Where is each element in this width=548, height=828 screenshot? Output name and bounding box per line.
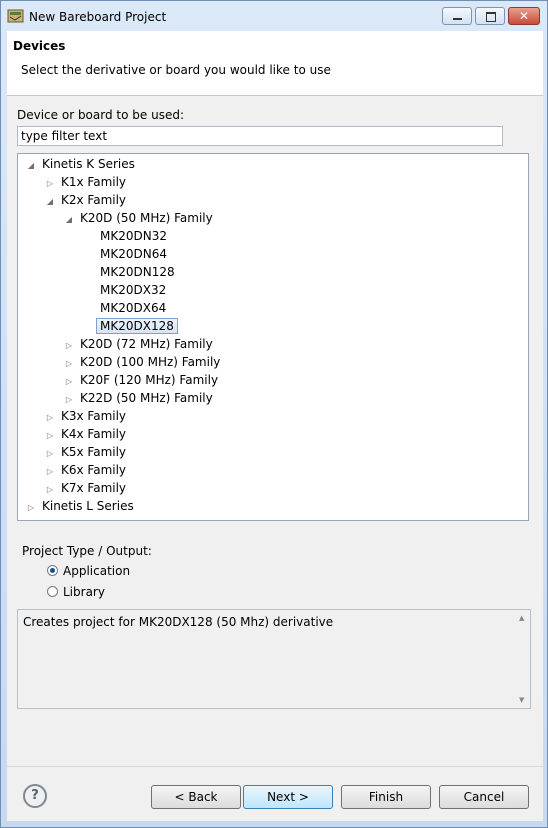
title-bar[interactable]: New Bareboard Project ✕ <box>1 1 547 31</box>
tree-node-k2x-family[interactable]: ◢ K2x Family <box>45 191 126 209</box>
wizard-header: Devices Select the derivative or board y… <box>7 31 543 96</box>
tree-node-label: K4x Family <box>61 427 127 441</box>
tree-node-k4x-family[interactable]: ▷ K4x Family <box>45 425 126 443</box>
tree-node-label: K3x Family <box>61 409 127 423</box>
tree-node-label: K22D (50 MHz) Family <box>80 391 213 405</box>
application-radio[interactable] <box>47 565 58 576</box>
dialog-window: New Bareboard Project ✕ Devices Select t… <box>0 0 548 828</box>
tree-node-label: K6x Family <box>61 463 127 477</box>
back-button[interactable]: < Back <box>151 785 241 809</box>
tree-node-mk20dn64[interactable]: MK20DN64 <box>100 245 167 263</box>
maximize-button[interactable] <box>475 7 505 25</box>
tree-node-k20d-50mhz-family[interactable]: ◢ K20D (50 MHz) Family <box>64 209 213 227</box>
tree-node-k20d-72mhz-family[interactable]: ▷ K20D (72 MHz) Family <box>64 335 213 353</box>
minimize-button[interactable] <box>442 7 472 25</box>
collapse-arrow-icon[interactable]: ◢ <box>64 211 74 229</box>
tree-node-mk20dx64[interactable]: MK20DX64 <box>100 299 166 317</box>
tree-node-label: K20F (120 MHz) Family <box>80 373 219 387</box>
radio-checked-dot <box>50 568 55 573</box>
tree-node-kinetis-k-series[interactable]: ◢ Kinetis K Series <box>26 155 135 173</box>
tree-node-k22d-50mhz-family[interactable]: ▷ K22D (50 MHz) Family <box>64 389 213 407</box>
library-radio[interactable] <box>47 586 58 597</box>
eclipse-project-icon <box>7 9 24 23</box>
help-icon[interactable]: ? <box>23 784 47 808</box>
tree-node-mk20dx128-selected[interactable]: MK20DX128 <box>96 317 178 335</box>
tree-node-label: K1x Family <box>61 175 127 189</box>
tree-node-k7x-family[interactable]: ▷ K7x Family <box>45 479 126 497</box>
window-title: New Bareboard Project <box>29 10 167 24</box>
finish-button[interactable]: Finish <box>341 785 431 809</box>
description-scrollbar[interactable]: ▲ ▼ <box>516 610 530 708</box>
project-type-label: Project Type / Output: <box>22 544 152 558</box>
dialog-content: Devices Select the derivative or board y… <box>7 31 543 821</box>
device-label: Device or board to be used: <box>17 108 184 122</box>
tree-node-label: MK20DX128 <box>96 318 178 334</box>
next-button[interactable]: Next > <box>243 785 333 809</box>
close-icon: ✕ <box>518 9 530 23</box>
tree-node-label: MK20DX32 <box>100 283 167 297</box>
scroll-down-arrow-icon[interactable]: ▼ <box>519 696 524 704</box>
tree-node-mk20dx32[interactable]: MK20DX32 <box>100 281 166 299</box>
tree-node-mk20dn32[interactable]: MK20DN32 <box>100 227 167 245</box>
tree-node-label: Kinetis L Series <box>42 499 134 513</box>
tree-node-label: K20D (100 MHz) Family <box>80 355 221 369</box>
filter-input[interactable] <box>17 126 503 146</box>
collapse-arrow-icon[interactable]: ◢ <box>45 193 55 211</box>
maximize-icon <box>486 12 496 22</box>
device-tree[interactable]: ◢ Kinetis K Series ▷ K1x Family ◢ K2x Famil… <box>17 153 529 521</box>
application-radio-label[interactable]: Application <box>63 564 130 578</box>
tree-node-k20d-100mhz-family[interactable]: ▷ K20D (100 MHz) Family <box>64 353 220 371</box>
tree-node-k6x-family[interactable]: ▷ K6x Family <box>45 461 126 479</box>
collapse-arrow-icon[interactable]: ◢ <box>26 157 36 175</box>
tree-node-mk20dn128[interactable]: MK20DN128 <box>100 263 175 281</box>
tree-node-label: K2x Family <box>61 193 127 207</box>
page-title: Devices <box>13 39 66 53</box>
tree-node-label: MK20DN128 <box>100 265 175 279</box>
tree-node-label: K5x Family <box>61 445 127 459</box>
minimize-icon <box>453 18 462 20</box>
tree-node-label: Kinetis K Series <box>42 157 135 171</box>
tree-node-label: K7x Family <box>61 481 127 495</box>
tree-node-label: K20D (50 MHz) Family <box>80 211 213 225</box>
description-box[interactable]: Creates project for MK20DX128 (50 Mhz) d… <box>17 609 531 709</box>
tree-node-k5x-family[interactable]: ▷ K5x Family <box>45 443 126 461</box>
library-radio-label[interactable]: Library <box>63 585 105 599</box>
tree-node-label: MK20DN32 <box>100 229 167 243</box>
cancel-button[interactable]: Cancel <box>439 785 529 809</box>
close-button[interactable]: ✕ <box>508 7 540 25</box>
tree-node-kinetis-l-series[interactable]: ▷ Kinetis L Series <box>26 497 134 515</box>
description-text: Creates project for MK20DX128 (50 Mhz) d… <box>23 615 334 629</box>
expand-arrow-icon[interactable]: ▷ <box>26 499 36 517</box>
tree-node-label: MK20DX64 <box>100 301 167 315</box>
page-subtitle: Select the derivative or board you would… <box>21 63 331 77</box>
tree-node-k1x-family[interactable]: ▷ K1x Family <box>45 173 126 191</box>
tree-node-k3x-family[interactable]: ▷ K3x Family <box>45 407 126 425</box>
footer-divider <box>7 766 543 767</box>
scroll-up-arrow-icon[interactable]: ▲ <box>519 614 524 622</box>
tree-node-label: K20D (72 MHz) Family <box>80 337 213 351</box>
tree-node-label: MK20DN64 <box>100 247 167 261</box>
tree-node-k20f-120mhz-family[interactable]: ▷ K20F (120 MHz) Family <box>64 371 218 389</box>
